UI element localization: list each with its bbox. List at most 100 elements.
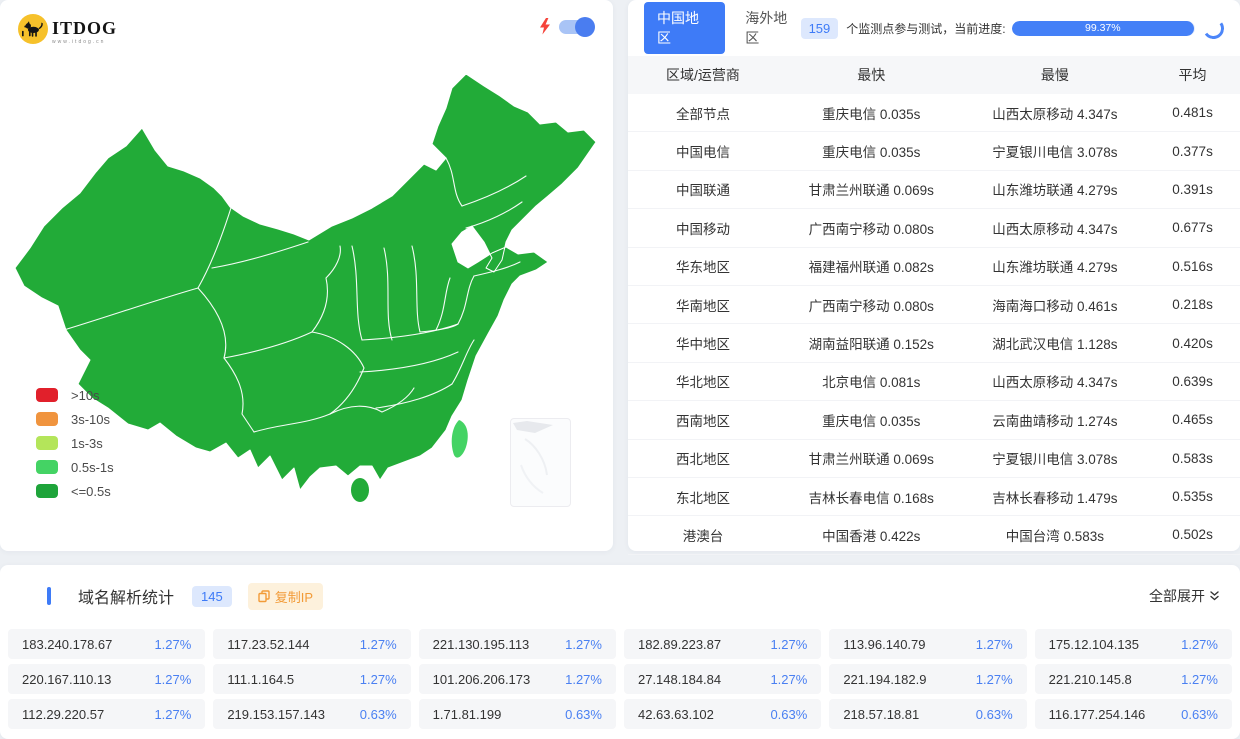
ip-address: 116.177.254.146 xyxy=(1048,706,1146,722)
ip-percent: 1.27% xyxy=(770,636,808,652)
ip-percent: 0.63% xyxy=(770,706,808,722)
table-header-cell: 平均 xyxy=(1178,67,1207,83)
ip-chip[interactable]: 101.206.206.173 1.27% xyxy=(418,664,616,694)
table-cell: 宁夏银川电信 3.078s xyxy=(992,145,1118,161)
table-cell: 0.502s xyxy=(1172,527,1213,543)
legend-item: 0.5s-1s xyxy=(36,455,114,479)
copy-ip-button[interactable]: 复制IP xyxy=(247,582,324,610)
ip-chip[interactable]: 175.12.104.135 1.27% xyxy=(1034,629,1232,659)
table-cell: 广西南宁移动 0.080s xyxy=(808,221,934,237)
ip-chip[interactable]: 183.240.178.67 1.27% xyxy=(8,629,206,659)
ip-chip[interactable]: 117.23.52.144 1.27% xyxy=(213,629,411,659)
ip-percent: 0.63% xyxy=(1181,706,1218,722)
table-cell: 东北地区 xyxy=(675,490,730,506)
table-cell: 湖南益阳联通 0.152s xyxy=(808,337,934,353)
ip-address: 183.240.178.67 xyxy=(22,636,113,652)
ip-percent: 1.27% xyxy=(359,671,397,687)
ip-address: 117.23.52.144 xyxy=(227,636,310,652)
table-cell: 中国联通 xyxy=(675,183,730,199)
table-cell: 甘肃兰州联通 0.069s xyxy=(808,183,934,199)
legend-swatch xyxy=(36,436,58,450)
ip-chip[interactable]: 1.71.81.199 0.63% xyxy=(418,699,616,729)
legend-swatch xyxy=(36,388,58,402)
ip-percent: 0.63% xyxy=(565,706,602,722)
ip-percent: 1.27% xyxy=(1181,636,1218,652)
tab-overseas-region[interactable]: 海外地区 xyxy=(745,8,800,48)
table-cell: 0.481s xyxy=(1172,105,1213,121)
expand-all-button[interactable]: 全部展开 xyxy=(1149,586,1220,606)
table-header-cell: 最慢 xyxy=(1040,67,1069,83)
ip-address: 112.29.220.57 xyxy=(22,706,105,722)
legend-swatch xyxy=(36,484,58,498)
ip-address: 218.57.18.81 xyxy=(843,706,920,722)
table-cell: 重庆电信 0.035s xyxy=(822,106,921,122)
table-cell: 北京电信 0.081s xyxy=(822,375,921,391)
ip-chip[interactable]: 218.57.18.81 0.63% xyxy=(829,699,1027,729)
table-cell: 甘肃兰州联通 0.069s xyxy=(808,452,934,468)
table-cell: 山东潍坊联通 4.279s xyxy=(992,260,1118,276)
table-cell: 全部节点 xyxy=(675,106,730,122)
expand-all-label: 全部展开 xyxy=(1149,588,1205,604)
progress-bar: 99.37% xyxy=(1011,20,1196,36)
table-body: 全部节点 重庆电信 0.035s 山西太原移动 4.347s 0.481s 中国电信 重庆… xyxy=(628,94,1240,555)
monitor-progress-text: 个监测点参与测试，当前进度: xyxy=(846,21,1006,36)
legend-swatch xyxy=(36,460,58,474)
ip-chip[interactable]: 113.96.140.79 1.27% xyxy=(829,629,1027,659)
table-cell: 湖北武汉电信 1.128s xyxy=(992,337,1118,353)
table-cell: 海南海口移动 0.461s xyxy=(992,298,1118,314)
table-row: 西北地区 甘肃兰州联通 0.069s 宁夏银川电信 3.078s 0.583s xyxy=(628,440,1240,478)
table-cell: 中国香港 0.422s xyxy=(822,528,921,544)
ip-chip[interactable]: 111.1.164.5 1.27% xyxy=(213,664,411,694)
ip-percent: 1.27% xyxy=(154,671,192,687)
legend-label: 0.5s-1s xyxy=(71,459,114,475)
ip-chip[interactable]: 116.177.254.146 0.63% xyxy=(1034,699,1232,729)
table-cell: 山西太原移动 4.347s xyxy=(992,375,1118,391)
ip-percent: 1.27% xyxy=(359,636,397,652)
table-row: 中国电信 重庆电信 0.035s 宁夏银川电信 3.078s 0.377s xyxy=(628,132,1240,171)
copy-ip-label: 复制IP xyxy=(274,589,314,605)
ip-chip[interactable]: 221.194.182.9 1.27% xyxy=(829,664,1027,694)
table-row: 华东地区 福建福州联通 0.082s 山东潍坊联通 4.279s 0.516s xyxy=(628,248,1240,286)
ip-list: 183.240.178.67 1.27% 117.23.52.144 1.27% 221… xyxy=(0,629,1240,729)
ip-percent: 1.27% xyxy=(975,636,1013,652)
speed-mode-toggle[interactable] xyxy=(559,16,595,37)
ip-address: 175.12.104.135 xyxy=(1048,636,1140,652)
table-cell: 0.420s xyxy=(1172,335,1213,351)
table-cell: 重庆电信 0.035s xyxy=(822,145,921,161)
ip-chip[interactable]: 112.29.220.57 1.27% xyxy=(8,699,206,729)
ip-percent: 1.27% xyxy=(1181,671,1218,687)
table-cell: 0.391s xyxy=(1172,181,1213,197)
ip-chip[interactable]: 220.167.110.13 1.27% xyxy=(8,664,206,694)
ip-chip[interactable]: 42.63.63.102 0.63% xyxy=(623,699,822,729)
table-cell: 重庆电信 0.035s xyxy=(822,413,921,429)
monitor-count-badge: 159 xyxy=(800,17,839,39)
ip-percent: 1.27% xyxy=(770,671,808,687)
table-cell: 山西太原移动 4.347s xyxy=(992,106,1118,122)
table-cell: 广西南宁移动 0.080s xyxy=(808,298,934,314)
table-row: 港澳台 中国香港 0.422s 中国台湾 0.583s 0.502s xyxy=(628,516,1240,555)
ip-percent: 1.27% xyxy=(154,706,192,722)
legend-item: <=0.5s xyxy=(36,479,114,503)
table-cell: 云南曲靖移动 1.274s xyxy=(992,413,1118,429)
ip-chip[interactable]: 27.148.184.84 1.27% xyxy=(623,664,822,694)
tab-china-region[interactable]: 中国地区 xyxy=(644,2,726,54)
ip-chip[interactable]: 221.130.195.113 1.27% xyxy=(418,629,616,659)
ip-address: 1.71.81.199 xyxy=(432,706,502,722)
result-table: 区域/运营商 最快 最慢 平均 全部节点 重庆电信 0.035s 山西太原移动 4.347… xyxy=(628,56,1240,555)
table-row: 全部节点 重庆电信 0.035s 山西太原移动 4.347s 0.481s xyxy=(628,94,1240,133)
dog-logo-icon xyxy=(18,14,48,44)
logo-subtitle: www.itdog.cn xyxy=(52,39,106,45)
ip-chip[interactable]: 219.153.157.143 0.63% xyxy=(213,699,411,729)
table-cell: 宁夏银川电信 3.078s xyxy=(992,452,1118,468)
table-header-cell: 区域/运营商 xyxy=(666,67,740,83)
logo-title: ITDOG xyxy=(52,18,118,38)
ip-chip[interactable]: 182.89.223.87 1.27% xyxy=(623,629,822,659)
table-cell: 中国台湾 0.583s xyxy=(1005,528,1104,544)
table-cell: 0.583s xyxy=(1172,450,1213,466)
ip-address: 219.153.157.143 xyxy=(227,706,325,722)
table-cell: 0.377s xyxy=(1172,143,1213,159)
legend-item: 1s-3s xyxy=(36,431,114,455)
legend-label: 3s-10s xyxy=(71,411,111,427)
ip-chip[interactable]: 221.210.145.8 1.27% xyxy=(1034,664,1232,694)
legend-label: 1s-3s xyxy=(71,435,103,451)
